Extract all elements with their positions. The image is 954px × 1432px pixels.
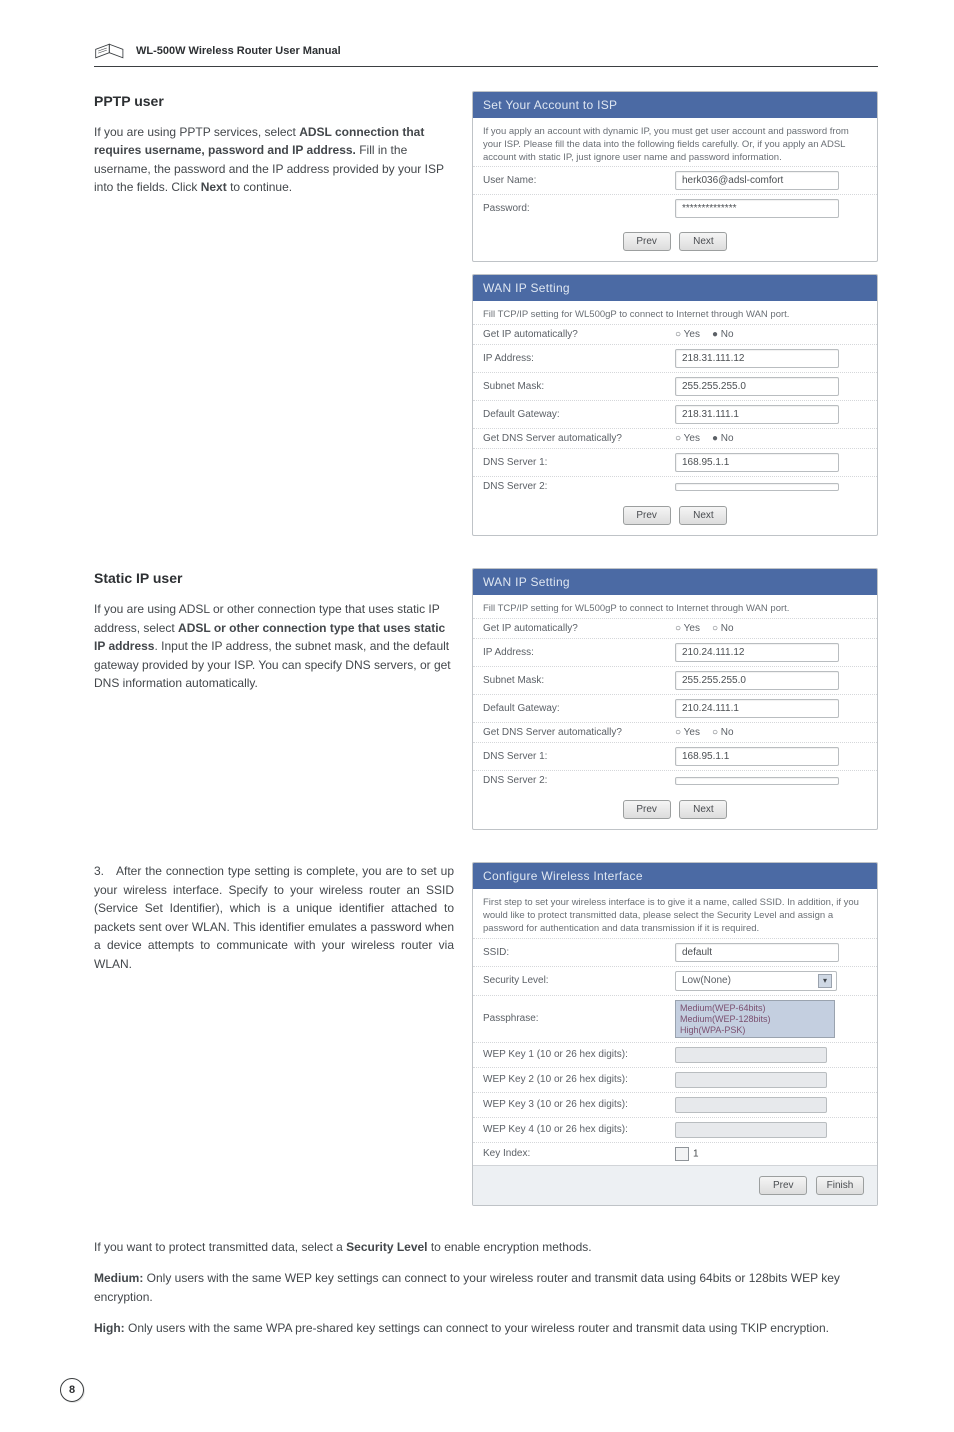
panel-wan2-desc: Fill TCP/IP setting for WL500gP to conne… — [473, 595, 877, 618]
user-name-label: User Name: — [483, 175, 675, 186]
pptp-body: If you are using PPTP services, select A… — [94, 123, 454, 197]
password-input[interactable]: ************** — [675, 199, 839, 218]
prev-button[interactable]: Prev — [623, 232, 671, 251]
wep-key2-input[interactable] — [675, 1072, 827, 1088]
panel-wireless-desc: First step to set your wireless interfac… — [473, 889, 877, 937]
gw-input[interactable]: 218.31.111.1 — [675, 405, 839, 424]
ip-input-2[interactable]: 210.24.111.12 — [675, 643, 839, 662]
mask-label: Subnet Mask: — [483, 381, 675, 392]
dns2-label: DNS Server 2: — [483, 481, 675, 492]
static-heading: Static IP user — [94, 568, 454, 590]
autoip-yes-radio-2[interactable]: ○ Yes — [675, 623, 700, 634]
ssid-input[interactable]: default — [675, 943, 839, 962]
prev-button[interactable]: Prev — [623, 506, 671, 525]
security-level-select[interactable]: Low(None) ▾ — [675, 971, 837, 991]
autodns-yes-radio[interactable]: ○ Yes — [675, 433, 700, 444]
panel-wan2-title: WAN IP Setting — [473, 569, 877, 595]
below-p3: High: Only users with the same WPA pre-s… — [94, 1319, 878, 1338]
autoip-label: Get IP automatically? — [483, 329, 675, 340]
autoip-no-radio-2[interactable]: ○ No — [712, 623, 734, 634]
dns1-label-2: DNS Server 1: — [483, 751, 675, 762]
autodns-label-2: Get DNS Server automatically? — [483, 727, 675, 738]
passphrase-dropdown-open[interactable]: Medium(WEP-64bits) Medium(WEP-128bits) H… — [675, 1000, 835, 1038]
key-index-label: Key Index: — [483, 1148, 675, 1159]
security-level-label: Security Level: — [483, 975, 675, 986]
wep-key1-input[interactable] — [675, 1047, 827, 1063]
finish-button[interactable]: Finish — [816, 1176, 864, 1195]
autodns-no-radio[interactable]: ● No — [712, 433, 734, 444]
dns1-input-2[interactable]: 168.95.1.1 — [675, 747, 839, 766]
mask-input[interactable]: 255.255.255.0 — [675, 377, 839, 396]
static-body: If you are using ADSL or other connectio… — [94, 600, 454, 693]
autodns-yes-radio-2[interactable]: ○ Yes — [675, 727, 700, 738]
wep-key4-input[interactable] — [675, 1122, 827, 1138]
panel-wan-ip-2: WAN IP Setting Fill TCP/IP setting for W… — [472, 568, 878, 830]
gw-label-2: Default Gateway: — [483, 703, 675, 714]
dns2-input[interactable] — [675, 483, 839, 491]
dns1-input[interactable]: 168.95.1.1 — [675, 453, 839, 472]
prev-button[interactable]: Prev — [759, 1176, 807, 1195]
page-header-title: WL-500W Wireless Router User Manual — [136, 45, 341, 57]
mask-label-2: Subnet Mask: — [483, 675, 675, 686]
ip-input[interactable]: 218.31.111.12 — [675, 349, 839, 368]
user-name-input[interactable]: herk036@adsl-comfort — [675, 171, 839, 190]
chevron-down-icon: ▾ — [818, 974, 832, 988]
wep-key3-input[interactable] — [675, 1097, 827, 1113]
prev-button[interactable]: Prev — [623, 800, 671, 819]
password-label: Password: — [483, 203, 675, 214]
panel-account-desc: If you apply an account with dynamic IP,… — [473, 118, 877, 166]
step3-body: 3. After the connection type setting is … — [94, 862, 454, 974]
panel-account-title: Set Your Account to ISP — [473, 92, 877, 118]
wep-key2-label: WEP Key 2 (10 or 26 hex digits): — [483, 1074, 675, 1085]
panel-wan1-desc: Fill TCP/IP setting for WL500gP to conne… — [473, 301, 877, 324]
below-p1: If you want to protect transmitted data,… — [94, 1238, 878, 1257]
wep-key1-label: WEP Key 1 (10 or 26 hex digits): — [483, 1049, 675, 1060]
book-logo-icon — [94, 40, 128, 62]
next-button[interactable]: Next — [679, 506, 727, 525]
page-number: 8 — [60, 1378, 84, 1402]
autodns-no-radio-2[interactable]: ○ No — [712, 727, 734, 738]
panel-account-isp: Set Your Account to ISP If you apply an … — [472, 91, 878, 262]
autoip-label-2: Get IP automatically? — [483, 623, 675, 634]
panel-wireless-config: Configure Wireless Interface First step … — [472, 862, 878, 1205]
wep-key3-label: WEP Key 3 (10 or 26 hex digits): — [483, 1099, 675, 1110]
autoip-yes-radio[interactable]: ○ Yes — [675, 329, 700, 340]
gw-input-2[interactable]: 210.24.111.1 — [675, 699, 839, 718]
sec-option-medium64[interactable]: Medium(WEP-64bits) — [680, 1003, 830, 1013]
below-p2: Medium: Only users with the same WEP key… — [94, 1269, 878, 1307]
ip-label: IP Address: — [483, 353, 675, 364]
sec-option-medium128[interactable]: Medium(WEP-128bits) — [680, 1014, 830, 1024]
autodns-label: Get DNS Server automatically? — [483, 433, 675, 444]
panel-wireless-title: Configure Wireless Interface — [473, 863, 877, 889]
gw-label: Default Gateway: — [483, 409, 675, 420]
passphrase-label: Passphrase: — [483, 1013, 675, 1024]
sec-option-high[interactable]: High(WPA-PSK) — [680, 1025, 830, 1035]
dns2-input-2[interactable] — [675, 777, 839, 785]
key-index-select[interactable]: 1 — [675, 1147, 699, 1161]
next-button[interactable]: Next — [679, 232, 727, 251]
panel-wan1-title: WAN IP Setting — [473, 275, 877, 301]
dns1-label: DNS Server 1: — [483, 457, 675, 468]
panel-wan-ip-1: WAN IP Setting Fill TCP/IP setting for W… — [472, 274, 878, 536]
wep-key4-label: WEP Key 4 (10 or 26 hex digits): — [483, 1124, 675, 1135]
dns2-label-2: DNS Server 2: — [483, 775, 675, 786]
autoip-no-radio[interactable]: ● No — [712, 329, 734, 340]
pptp-heading: PPTP user — [94, 91, 454, 113]
next-button[interactable]: Next — [679, 800, 727, 819]
ssid-label: SSID: — [483, 947, 675, 958]
mask-input-2[interactable]: 255.255.255.0 — [675, 671, 839, 690]
ip-label-2: IP Address: — [483, 647, 675, 658]
